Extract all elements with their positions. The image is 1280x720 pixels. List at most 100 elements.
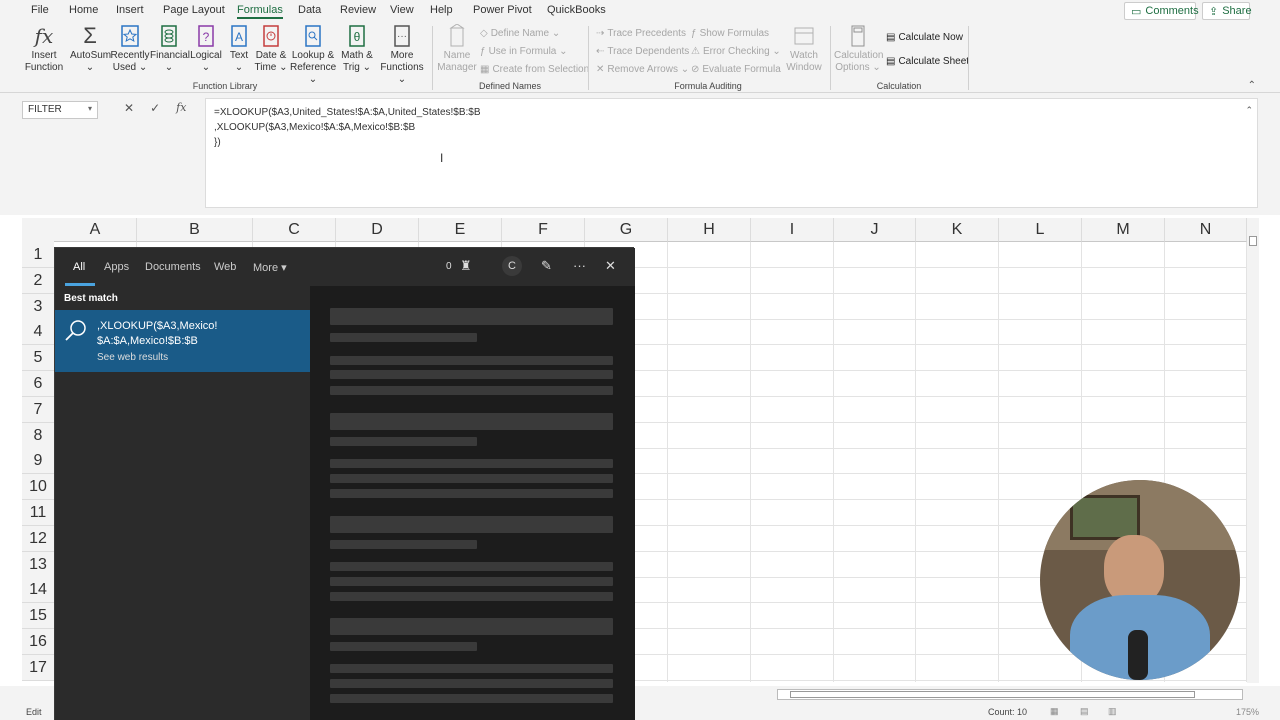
remove-arrows-button[interactable]: ✕ Remove Arrows ⌄: [596, 64, 689, 75]
enter-icon[interactable]: ✓: [150, 101, 160, 115]
row-header[interactable]: 17: [22, 654, 54, 681]
calculate-sheet-button[interactable]: ▤ Calculate Sheet: [886, 56, 969, 67]
vertical-scroll-thumb[interactable]: [1249, 236, 1257, 246]
menu-page-layout[interactable]: Page Layout: [163, 4, 225, 16]
column-header[interactable]: A: [54, 218, 137, 242]
formula-line: }): [214, 137, 221, 148]
menu-view[interactable]: View: [390, 4, 414, 16]
normal-view-icon[interactable]: ▦: [1050, 706, 1059, 717]
account-avatar[interactable]: C: [502, 256, 522, 276]
more-options-icon[interactable]: ···: [573, 258, 586, 273]
select-all-corner[interactable]: [22, 218, 54, 242]
define-name-button[interactable]: ◇ Define Name ⌄: [480, 28, 560, 39]
menu-insert[interactable]: Insert: [116, 4, 144, 16]
row-header[interactable]: 7: [22, 396, 54, 423]
name-box[interactable]: FILTER ▾: [22, 101, 98, 119]
formula-buttons: ✕ ✓ fx: [124, 101, 186, 115]
menu-help[interactable]: Help: [430, 4, 453, 16]
row-header[interactable]: 13: [22, 551, 54, 578]
more-functions-button[interactable]: ··· More Functions ⌄: [378, 24, 426, 86]
menu-data[interactable]: Data: [298, 4, 321, 16]
insert-function-icon[interactable]: fx: [176, 101, 186, 115]
menu-review[interactable]: Review: [340, 4, 376, 16]
column-header[interactable]: L: [999, 218, 1082, 242]
name-manager-button[interactable]: Name Manager: [437, 24, 477, 74]
comments-button[interactable]: ▭ Comments: [1124, 2, 1199, 20]
row-header[interactable]: 14: [22, 577, 54, 604]
column-header[interactable]: D: [336, 218, 419, 242]
search-tab-documents[interactable]: Documents: [145, 261, 201, 273]
financial-button[interactable]: Financial ⌄: [150, 24, 190, 74]
search-tab-more[interactable]: More ▾: [253, 261, 287, 274]
row-header[interactable]: 2: [22, 267, 54, 294]
menu-formulas[interactable]: Formulas: [237, 4, 283, 19]
best-match-result[interactable]: ,XLOOKUP($A3,Mexico! $A:$A,Mexico!$B:$B …: [55, 310, 310, 372]
column-header[interactable]: I: [751, 218, 834, 242]
row-header[interactable]: 15: [22, 603, 54, 630]
column-header[interactable]: C: [253, 218, 336, 242]
row-header[interactable]: 3: [22, 293, 54, 320]
formula-bar-collapse-icon[interactable]: ⌃: [1245, 103, 1253, 118]
menu-quickbooks[interactable]: QuickBooks: [547, 4, 606, 16]
column-header[interactable]: H: [668, 218, 751, 242]
column-header[interactable]: K: [916, 218, 999, 242]
create-from-selection-button[interactable]: ▦ Create from Selection: [480, 64, 589, 75]
column-header[interactable]: N: [1165, 218, 1247, 242]
menu-home[interactable]: Home: [69, 4, 98, 16]
row-header[interactable]: 1: [22, 242, 54, 268]
column-header[interactable]: B: [137, 218, 253, 242]
menu-file[interactable]: File: [31, 4, 49, 16]
row-header[interactable]: 5: [22, 345, 54, 372]
name-box-dropdown-icon[interactable]: ▾: [88, 104, 92, 113]
horizontal-scroll-thumb[interactable]: [790, 691, 1195, 698]
watch-window-button[interactable]: Watch Window: [784, 24, 824, 74]
cancel-icon[interactable]: ✕: [124, 101, 134, 115]
logical-button[interactable]: ? Logical ⌄: [188, 24, 224, 74]
text-button[interactable]: A Text ⌄: [226, 24, 252, 74]
search-tab-web[interactable]: Web: [214, 261, 236, 273]
insert-function-button[interactable]: fx Insert Function: [24, 24, 64, 74]
search-tab-apps[interactable]: Apps: [104, 261, 129, 273]
column-header[interactable]: G: [585, 218, 668, 242]
math-trig-button[interactable]: θ Math & Trig ⌄: [338, 24, 376, 74]
row-header[interactable]: 4: [22, 319, 54, 346]
date-time-button[interactable]: Date & Time ⌄: [254, 24, 288, 74]
row-header[interactable]: 11: [22, 500, 54, 526]
row-header[interactable]: 16: [22, 629, 54, 655]
use-in-formula-button[interactable]: ƒ Use in Formula ⌄: [480, 46, 568, 57]
column-header[interactable]: J: [834, 218, 916, 242]
see-web-results-link[interactable]: See web results: [97, 352, 168, 363]
row-header[interactable]: 9: [22, 448, 54, 475]
row-header[interactable]: 8: [22, 422, 54, 449]
column-header[interactable]: E: [419, 218, 502, 242]
formula-input[interactable]: =XLOOKUP($A3,United_States!$A:$A,United_…: [205, 98, 1258, 208]
row-header[interactable]: 12: [22, 525, 54, 552]
autosum-button[interactable]: Σ AutoSum ⌄: [70, 24, 111, 74]
trace-precedents-button[interactable]: ⇢ Trace Precedents: [596, 28, 686, 39]
horizontal-scrollbar[interactable]: [777, 689, 1243, 700]
trace-dependents-button[interactable]: ⇠ Trace Dependents: [596, 46, 689, 57]
row-header[interactable]: 6: [22, 371, 54, 397]
error-checking-button[interactable]: ⚠ Error Checking ⌄: [691, 46, 781, 57]
share-button[interactable]: ⇪ Share: [1202, 2, 1252, 20]
page-break-view-icon[interactable]: ▥: [1108, 706, 1117, 717]
zoom-level[interactable]: 175%: [1236, 707, 1259, 717]
column-header[interactable]: F: [502, 218, 585, 242]
close-icon[interactable]: ✕: [605, 258, 616, 274]
calculate-now-button[interactable]: ▤ Calculate Now: [886, 32, 963, 43]
trophy-icon[interactable]: ♜: [460, 258, 472, 274]
search-tab-all[interactable]: All: [73, 261, 85, 273]
webcam-microphone: [1128, 630, 1148, 680]
collapse-ribbon-icon[interactable]: ⌃: [1248, 80, 1256, 91]
vertical-scrollbar[interactable]: [1247, 218, 1259, 683]
feedback-icon[interactable]: ✎: [541, 258, 552, 274]
calculation-options-button[interactable]: Calculation Options ⌄: [834, 24, 883, 74]
column-header[interactable]: M: [1082, 218, 1165, 242]
lookup-reference-button[interactable]: Lookup & Reference ⌄: [290, 24, 336, 86]
menu-power-pivot[interactable]: Power Pivot: [473, 4, 532, 16]
row-header[interactable]: 10: [22, 474, 54, 501]
evaluate-formula-button[interactable]: ⊘ Evaluate Formula: [691, 64, 781, 75]
page-layout-view-icon[interactable]: ▤: [1080, 706, 1089, 717]
show-formulas-button[interactable]: ƒ Show Formulas: [691, 28, 769, 39]
recently-used-button[interactable]: Recently Used ⌄: [110, 24, 150, 74]
